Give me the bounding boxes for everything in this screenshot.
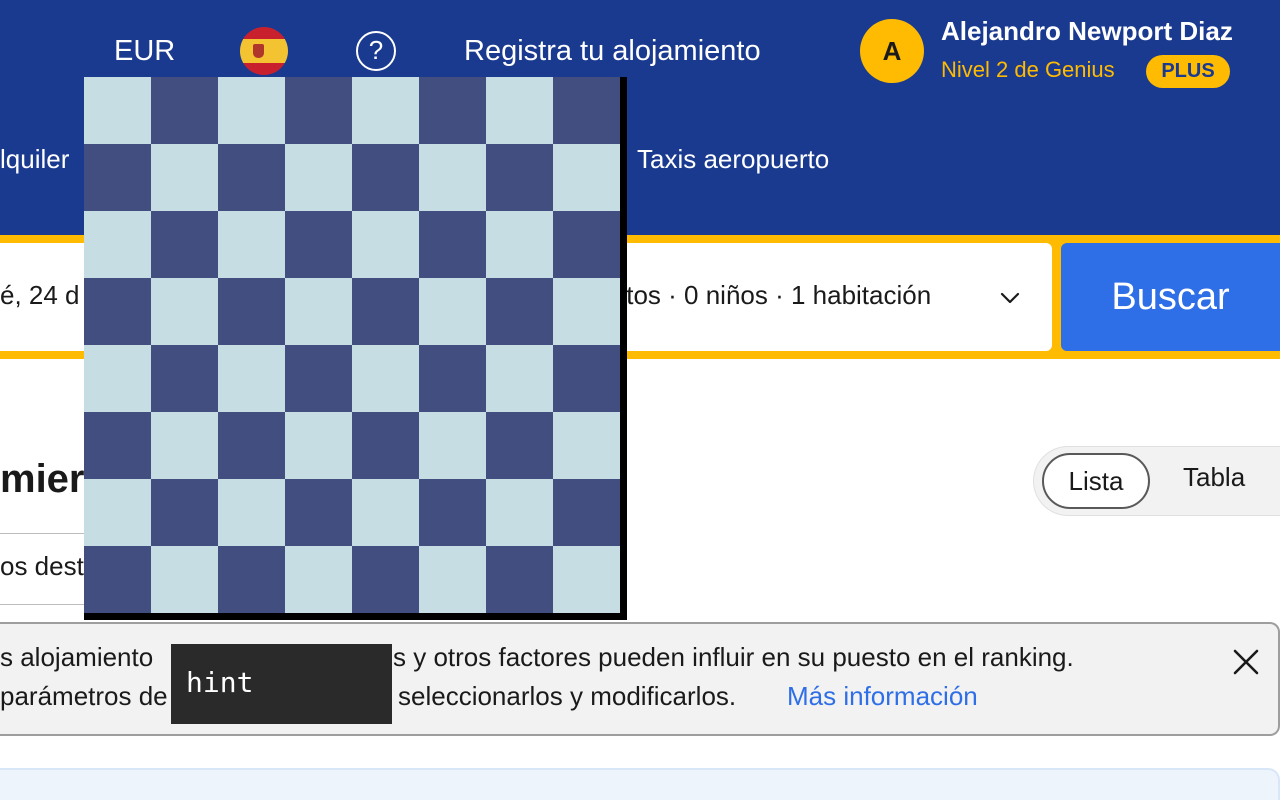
list-property-link[interactable]: Registra tu alojamiento xyxy=(464,33,761,69)
checker-cell xyxy=(285,412,352,479)
view-list-button[interactable]: Lista xyxy=(1042,453,1150,509)
checker-cell xyxy=(218,345,285,412)
checker-cell xyxy=(84,278,151,345)
user-name[interactable]: Alejandro Newport Diaz xyxy=(941,16,1233,47)
checker-cell xyxy=(352,412,419,479)
nav-car-rental[interactable]: lquiler xyxy=(0,141,69,177)
checker-cell xyxy=(352,479,419,546)
checker-cell xyxy=(352,345,419,412)
checker-cell xyxy=(486,412,553,479)
checker-cell xyxy=(553,211,620,278)
checker-cell xyxy=(486,144,553,211)
checker-cell xyxy=(84,345,151,412)
dates-field[interactable]: é, 24 d xyxy=(0,280,80,311)
checker-cell xyxy=(84,144,151,211)
banner-text: s alojamiento xyxy=(0,642,154,672)
checker-cell xyxy=(553,479,620,546)
checker-cell xyxy=(84,479,151,546)
checker-cell xyxy=(151,278,218,345)
banner-text: parámetros de xyxy=(0,681,168,711)
checker-cell xyxy=(419,211,486,278)
checker-cell xyxy=(218,546,285,613)
checker-cell xyxy=(486,77,553,144)
checker-cell xyxy=(352,546,419,613)
search-button[interactable]: Buscar xyxy=(1061,243,1280,351)
checker-cell xyxy=(285,345,352,412)
chevron-down-icon[interactable] xyxy=(998,286,1022,310)
checker-cell xyxy=(151,77,218,144)
checker-cell xyxy=(151,479,218,546)
checker-cell xyxy=(84,77,151,144)
nav-airport-taxis[interactable]: Taxis aeropuerto xyxy=(637,141,829,177)
checker-cell xyxy=(151,211,218,278)
checker-cell xyxy=(218,479,285,546)
results-title: mier xyxy=(0,457,84,501)
banner-text: seleccionarlos y modificarlos. xyxy=(398,681,737,711)
checker-cell xyxy=(486,546,553,613)
checker-cell xyxy=(419,546,486,613)
checker-cell xyxy=(486,211,553,278)
checker-cell xyxy=(84,546,151,613)
checker-cell xyxy=(553,278,620,345)
checker-cell xyxy=(285,546,352,613)
checker-cell xyxy=(419,345,486,412)
checker-cell xyxy=(218,412,285,479)
checker-cell xyxy=(553,77,620,144)
property-card[interactable] xyxy=(0,768,1280,800)
checker-cell xyxy=(151,546,218,613)
checker-cell xyxy=(486,278,553,345)
avatar[interactable]: A xyxy=(860,19,924,83)
checker-cell xyxy=(218,278,285,345)
question-circle-icon[interactable]: ? xyxy=(356,31,396,71)
checker-cell xyxy=(151,345,218,412)
checker-cell xyxy=(553,412,620,479)
checker-cell xyxy=(352,278,419,345)
checker-cell xyxy=(419,77,486,144)
genius-level: Nivel 2 de Genius xyxy=(941,57,1115,82)
sort-label[interactable]: os dest xyxy=(0,551,84,582)
checker-cell xyxy=(419,278,486,345)
currency-selector[interactable]: EUR xyxy=(114,33,175,69)
view-table-button[interactable]: Tabla xyxy=(1183,462,1245,493)
banner-text: s y otros factores pueden influir en su … xyxy=(393,642,1074,672)
checkerboard-overlay xyxy=(84,77,627,620)
checker-cell xyxy=(352,144,419,211)
guests-field[interactable]: ultos · 0 niños · 1 habitación xyxy=(606,280,931,311)
checker-cell xyxy=(285,77,352,144)
checker-cell xyxy=(151,412,218,479)
checker-cell xyxy=(352,77,419,144)
checker-cell xyxy=(84,412,151,479)
checker-cell xyxy=(352,211,419,278)
plus-badge: PLUS xyxy=(1146,55,1230,88)
checker-cell xyxy=(486,345,553,412)
checker-cell xyxy=(419,412,486,479)
more-info-link[interactable]: Más información xyxy=(787,681,978,712)
spain-flag-icon[interactable] xyxy=(240,27,288,75)
checker-cell xyxy=(486,479,553,546)
checker-cell xyxy=(151,144,218,211)
checker-cell xyxy=(553,345,620,412)
checker-cell xyxy=(218,211,285,278)
checker-cell xyxy=(553,546,620,613)
hint-tooltip: hint xyxy=(171,644,392,724)
checker-cell xyxy=(285,479,352,546)
checker-cell xyxy=(84,211,151,278)
checker-cell xyxy=(419,479,486,546)
checker-cell xyxy=(553,144,620,211)
checker-cell xyxy=(285,144,352,211)
checker-cell xyxy=(218,77,285,144)
checker-cell xyxy=(419,144,486,211)
checker-cell xyxy=(285,278,352,345)
checker-cell xyxy=(218,144,285,211)
close-icon[interactable] xyxy=(1232,648,1260,676)
checker-cell xyxy=(285,211,352,278)
